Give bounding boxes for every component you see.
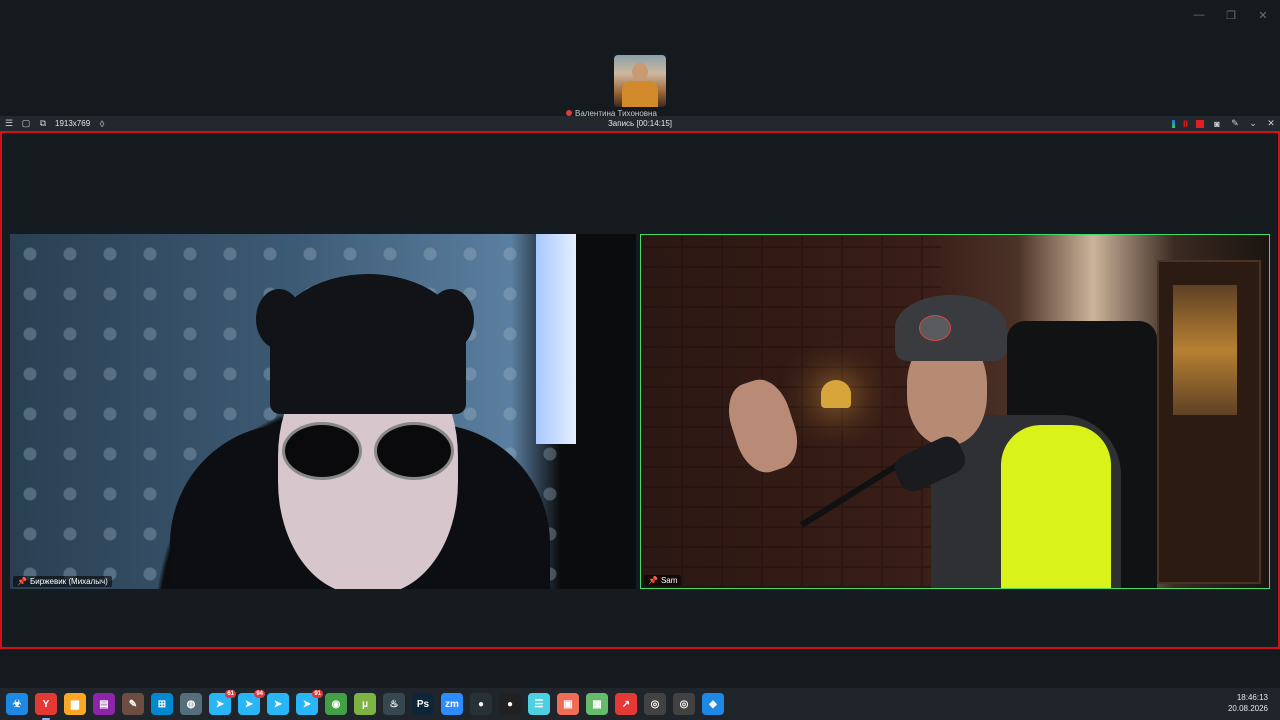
video-tile-left[interactable]: 📌 Биржевик (Михалыч) xyxy=(10,234,636,589)
steam-icon[interactable]: ♨ xyxy=(383,693,405,715)
telegram-glyph: ➤ xyxy=(273,698,283,710)
participant-name: Sam xyxy=(660,576,678,585)
cap-ear-right xyxy=(428,289,474,349)
close-recorder-icon[interactable]: ✕ xyxy=(1266,118,1276,129)
collapse-icon[interactable]: ⌄ xyxy=(1248,118,1258,129)
file-explorer-glyph: ▆ xyxy=(71,698,79,710)
sunglasses-left-lens xyxy=(282,422,362,480)
winrar-icon[interactable]: ▤ xyxy=(93,693,115,715)
close-button[interactable]: ✕ xyxy=(1254,6,1272,24)
system-tray-clock[interactable]: 18:46:13 20.08.2026 xyxy=(1228,692,1268,714)
fullscreen-region-icon[interactable]: ▢ xyxy=(21,118,31,129)
recorder-toolbar: ☰ ▢ ⧉ 1913x769 ◊ Запись [00:14:15] II ◙ … xyxy=(0,116,1280,131)
pin-icon[interactable]: 📌 xyxy=(17,577,27,586)
zoom-icon[interactable]: zm xyxy=(441,693,463,715)
minimize-button[interactable]: — xyxy=(1190,6,1208,24)
steam-glyph: ♨ xyxy=(389,698,399,710)
participant-name-tag: 📌 Sam xyxy=(644,575,682,586)
biohazard-icon[interactable]: ☣ xyxy=(6,693,28,715)
obs-studio-icon-2[interactable]: ◎ xyxy=(673,693,695,715)
utorrent-glyph: μ xyxy=(361,698,369,710)
arrow-app-glyph: ↗ xyxy=(621,698,631,710)
participant-name: Биржевик (Михалыч) xyxy=(29,577,108,586)
utorrent-icon[interactable]: μ xyxy=(354,693,376,715)
maximize-button[interactable]: ❐ xyxy=(1222,6,1240,24)
lamp xyxy=(821,380,851,408)
photoshop-icon[interactable]: Ps xyxy=(412,693,434,715)
menu-icon[interactable]: ☰ xyxy=(4,118,14,129)
obs-studio-icon[interactable]: ◎ xyxy=(644,693,666,715)
chrome-icon[interactable]: ◉ xyxy=(325,693,347,715)
cabinet-light xyxy=(1173,285,1237,415)
recording-title: Запись [00:14:15] xyxy=(607,119,673,128)
obs-icon[interactable]: ● xyxy=(470,693,492,715)
person-vest xyxy=(1001,425,1111,588)
drop-icon[interactable]: ◊ xyxy=(97,119,107,129)
sunglasses-right-lens xyxy=(374,422,454,480)
obs-studio-glyph: ◎ xyxy=(679,698,689,710)
region-select-icon[interactable]: ⧉ xyxy=(38,118,48,129)
window-light xyxy=(536,234,576,444)
stop-button[interactable] xyxy=(1196,119,1204,128)
notification-badge: 61 xyxy=(225,690,236,698)
sticky-tool-glyph: ✎ xyxy=(128,698,138,710)
record-glyph: ● xyxy=(506,698,514,710)
file-explorer-icon[interactable]: ▆ xyxy=(64,693,86,715)
video-tile-right-active-speaker[interactable]: 📌 Sam xyxy=(640,234,1270,589)
window-controls: — ❐ ✕ xyxy=(1190,6,1272,24)
sticky-tool-icon[interactable]: ✎ xyxy=(122,693,144,715)
audio-level-icon xyxy=(1171,119,1175,128)
thumbnail-person-head xyxy=(632,63,648,81)
telegram-icon-1[interactable]: ➤ 61 xyxy=(209,690,236,715)
taskbar-icons: ☣ Y ▆ ▤ ✎ ⊞ ◍ ➤ 61 ➤ 94 ➤ ➤ 91 ◉ μ ♨ Ps zm ● ● ☰ ▣ ▦ ↗ ◎ ◎ ◆ xyxy=(0,690,724,720)
camera-icon[interactable]: ◙ xyxy=(1212,119,1222,129)
recording-size-label: 1913x769 xyxy=(55,119,91,128)
paint-icon[interactable]: ◆ xyxy=(702,693,724,715)
windows-app-icon[interactable]: ⊞ xyxy=(151,693,173,715)
sheets-glyph: ▦ xyxy=(592,698,602,710)
obs-glyph: ● xyxy=(477,698,485,710)
cap-logo xyxy=(919,315,951,341)
notes-icon[interactable]: ☰ xyxy=(528,693,550,715)
sheets-icon[interactable]: ▦ xyxy=(586,693,608,715)
yandex-browser-glyph: Y xyxy=(42,698,50,710)
brick-wall xyxy=(641,235,941,588)
participant-name-tag: 📌 Биржевик (Михалыч) xyxy=(13,576,112,587)
clock-date: 20.08.2026 xyxy=(1227,704,1268,713)
globe-icon[interactable]: ◍ xyxy=(180,693,202,715)
pen-icon[interactable]: ✎ xyxy=(1230,118,1240,129)
windows-app-glyph: ⊞ xyxy=(157,698,167,710)
record-icon[interactable]: ● xyxy=(499,693,521,715)
notification-badge: 94 xyxy=(254,690,265,698)
telegram-glyph: ➤ xyxy=(215,698,225,710)
arrow-app-icon[interactable]: ↗ xyxy=(615,693,637,715)
globe-glyph: ◍ xyxy=(186,698,196,710)
notes-glyph: ☰ xyxy=(534,698,544,710)
telegram-glyph: ➤ xyxy=(302,698,312,710)
pause-button[interactable]: II xyxy=(1183,119,1188,129)
telegram-icon-2[interactable]: ➤ 94 xyxy=(238,690,265,715)
telegram-icon-4[interactable]: ➤ 91 xyxy=(296,690,323,715)
pin-icon[interactable]: 📌 xyxy=(648,576,658,585)
paint-glyph: ◆ xyxy=(709,698,717,710)
yandex-browser-icon[interactable]: Y xyxy=(35,693,57,720)
participant-thumbnail[interactable] xyxy=(614,55,666,107)
chrome-glyph: ◉ xyxy=(331,698,341,710)
zoom-glyph: zm xyxy=(445,698,459,710)
obs-studio-glyph: ◎ xyxy=(650,698,660,710)
clock-time: 18:46:13 xyxy=(1236,693,1268,702)
biohazard-glyph: ☣ xyxy=(12,698,22,710)
cap-ear-left xyxy=(256,289,302,349)
thumbnail-person-body xyxy=(622,81,658,107)
slides-icon[interactable]: ▣ xyxy=(557,693,579,715)
photoshop-glyph: Ps xyxy=(416,698,430,710)
taskbar: ☣ Y ▆ ▤ ✎ ⊞ ◍ ➤ 61 ➤ 94 ➤ ➤ 91 ◉ μ ♨ Ps zm ● ● ☰ ▣ ▦ ↗ ◎ ◎ ◆ 18:46:… xyxy=(0,688,1280,720)
telegram-icon-3[interactable]: ➤ xyxy=(267,693,289,715)
winrar-glyph: ▤ xyxy=(99,698,109,710)
telegram-glyph: ➤ xyxy=(244,698,254,710)
notification-badge: 91 xyxy=(312,690,323,698)
person-cap xyxy=(895,295,1007,361)
slides-glyph: ▣ xyxy=(563,698,573,710)
